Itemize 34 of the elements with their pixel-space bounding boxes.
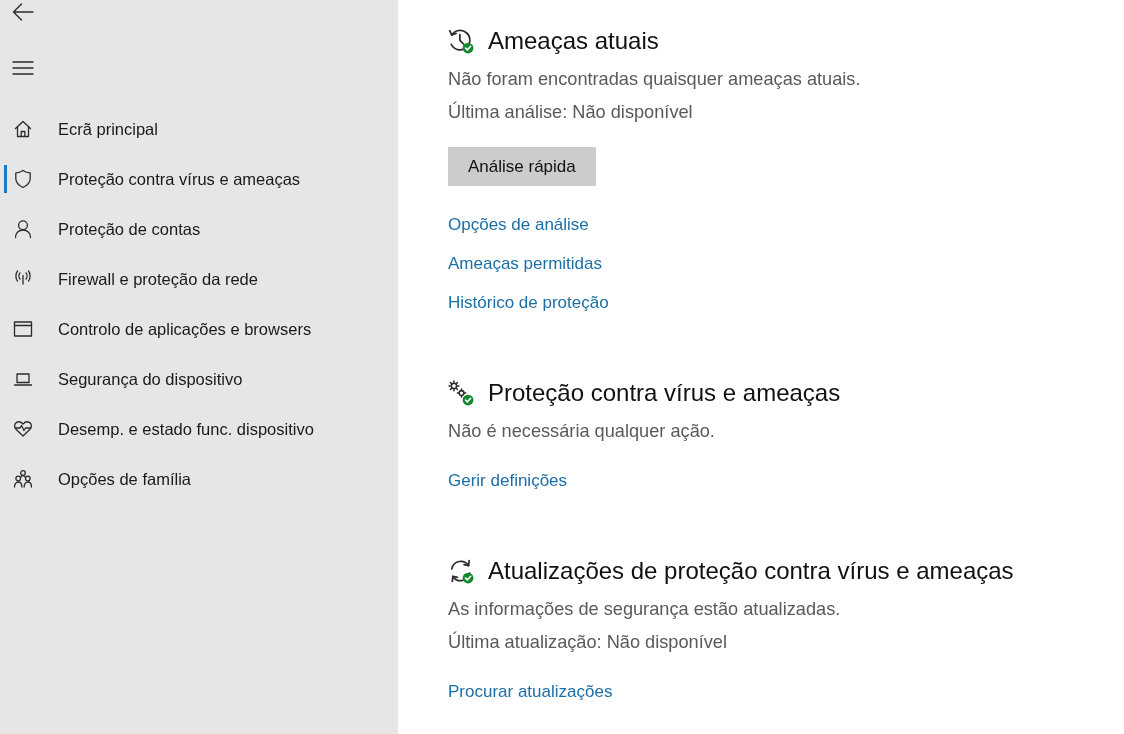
status-text: Não é necessária qualquer ação. — [448, 420, 715, 443]
home-icon — [13, 119, 33, 139]
sidebar-item[interactable]: Proteção de contas — [7, 204, 398, 254]
status-text: Não foram encontradas quaisquer ameaças atuais. — [448, 68, 861, 91]
refresh-check-icon — [448, 558, 474, 584]
family-icon — [13, 469, 33, 489]
gears-check-icon — [448, 380, 474, 406]
window-icon — [13, 319, 33, 339]
sidebar-item[interactable]: Opções de família — [7, 454, 398, 504]
sidebar-item[interactable]: Proteção contra vírus e ameaças — [7, 154, 398, 204]
person-icon — [13, 219, 33, 239]
shield-icon — [13, 169, 33, 189]
section-title: Proteção contra vírus e ameaças — [488, 379, 841, 407]
scan-button[interactable]: Análise rápida — [448, 147, 596, 186]
status-text: Última análise: Não disponível — [448, 100, 694, 124]
sidebar-item[interactable]: Firewall e proteção da rede — [7, 254, 398, 304]
status-text: Última atualização: Não disponível — [448, 630, 729, 654]
menu-icon — [12, 61, 34, 75]
back-arrow-icon — [12, 3, 34, 21]
sidebar-item[interactable]: Desemp. e estado func. dispositivo — [7, 404, 398, 454]
back-button[interactable] — [10, 0, 36, 24]
clock-check-icon — [448, 28, 474, 54]
section-title: Ameaças atuais — [488, 27, 659, 55]
link[interactable]: Opções de análise — [448, 213, 589, 237]
sidebar-item[interactable]: Controlo de aplicações e browsers — [7, 304, 398, 354]
link[interactable]: Histórico de proteção — [448, 291, 609, 315]
link[interactable]: Procurar atualizações — [448, 680, 613, 704]
sidebar-item[interactable]: Segurança do dispositivo — [7, 354, 398, 404]
link[interactable]: Gerir definições — [448, 469, 568, 493]
heart-pulse-icon — [13, 419, 33, 439]
sidebar-item[interactable]: Ecrã principal — [7, 104, 398, 154]
link[interactable]: Ameaças permitidas — [448, 252, 602, 276]
section-title: Atualizações de proteção contra vírus e ameaças — [488, 557, 1014, 585]
status-text: As informações de segurança estão atualizadas. — [448, 598, 841, 621]
